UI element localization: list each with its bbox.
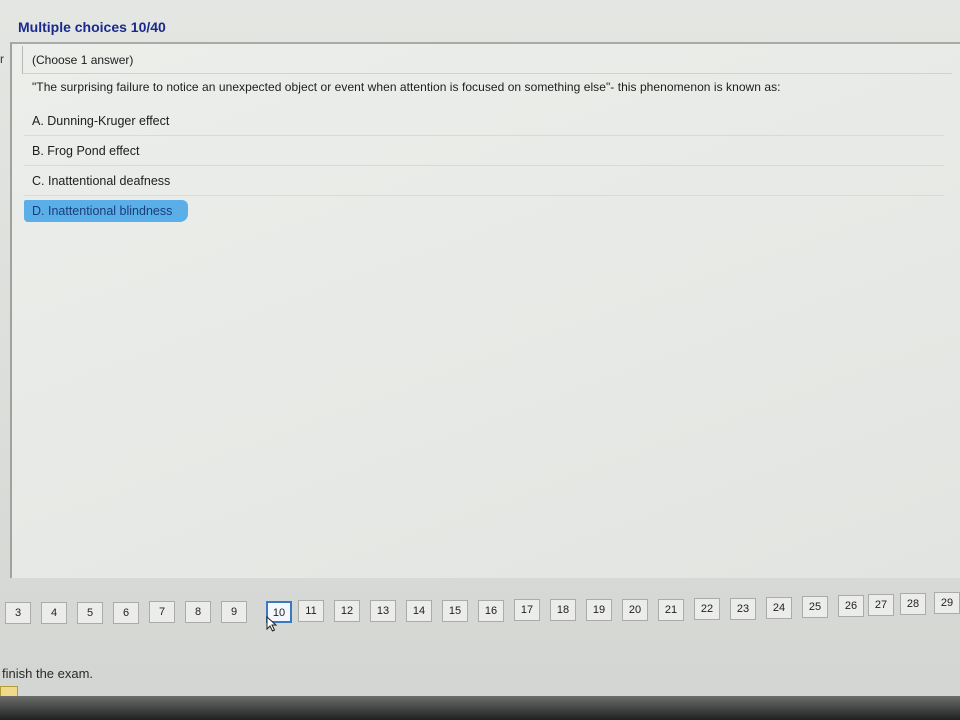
question-nav-button-7[interactable]: 7	[149, 601, 175, 623]
question-nav-button-9[interactable]: 9	[221, 601, 247, 623]
question-nav-button-16[interactable]: 16	[478, 600, 504, 622]
question-nav-button-20[interactable]: 20	[622, 599, 648, 621]
exam-title: Multiple choices 10/40	[18, 19, 166, 35]
question-nav-button-18[interactable]: 18	[550, 599, 576, 621]
question-nav-button-23[interactable]: 23	[730, 598, 756, 620]
question-nav-button-26[interactable]: 26	[838, 595, 864, 617]
instruction-label: (Choose 1 answer)	[32, 53, 134, 67]
answer-option-d[interactable]: D. Inattentional blindness	[24, 196, 944, 226]
question-nav-button-25[interactable]: 25	[802, 596, 828, 618]
question-panel: (Choose 1 answer) "The surprising failur…	[10, 42, 960, 578]
question-nav-button-5[interactable]: 5	[77, 602, 103, 624]
answer-option-c[interactable]: C. Inattentional deafness	[24, 166, 944, 196]
answer-label: B. Frog Pond effect	[32, 144, 140, 158]
answer-label: A. Dunning-Kruger effect	[32, 114, 170, 128]
answer-label: C. Inattentional deafness	[32, 174, 171, 188]
question-nav-button-19[interactable]: 19	[586, 599, 612, 621]
question-nav-button-27[interactable]: 27	[868, 594, 894, 616]
question-text: "The surprising failure to notice an une…	[32, 80, 781, 94]
question-nav-button-28[interactable]: 28	[900, 593, 926, 615]
question-nav-button-17[interactable]: 17	[514, 599, 540, 621]
left-edge-mark: r	[0, 52, 4, 66]
answer-option-b[interactable]: B. Frog Pond effect	[24, 136, 944, 166]
question-nav-button-12[interactable]: 12	[334, 600, 360, 622]
instruction-box	[22, 46, 952, 74]
screen-bottom-bezel	[0, 696, 960, 720]
question-nav-button-6[interactable]: 6	[113, 602, 139, 624]
question-navigation: 3 4 5 6 7 8 9 10 11 12 13 14 15 16 17 18 19 20 21 22 23 24 25 2…	[0, 592, 960, 624]
question-nav-button-3[interactable]: 3	[5, 602, 31, 624]
question-nav-button-14[interactable]: 14	[406, 600, 432, 622]
answer-option-a[interactable]: A. Dunning-Kruger effect	[24, 106, 944, 136]
question-nav-button-21[interactable]: 21	[658, 599, 684, 621]
question-nav-button-24[interactable]: 24	[766, 597, 792, 619]
question-nav-button-13[interactable]: 13	[370, 600, 396, 622]
question-nav-button-15[interactable]: 15	[442, 600, 468, 622]
question-nav-button-4[interactable]: 4	[41, 602, 67, 624]
question-nav-button-8[interactable]: 8	[185, 601, 211, 623]
question-nav-button-11[interactable]: 11	[298, 600, 324, 622]
finish-exam-text: finish the exam.	[2, 666, 94, 681]
question-nav-button-22[interactable]: 22	[694, 598, 720, 620]
answer-label-selected: D. Inattentional blindness	[24, 200, 189, 222]
question-nav-button-29[interactable]: 29	[934, 592, 960, 614]
answer-list: A. Dunning-Kruger effect B. Frog Pond ef…	[24, 106, 944, 226]
mouse-pointer-icon	[266, 616, 278, 632]
